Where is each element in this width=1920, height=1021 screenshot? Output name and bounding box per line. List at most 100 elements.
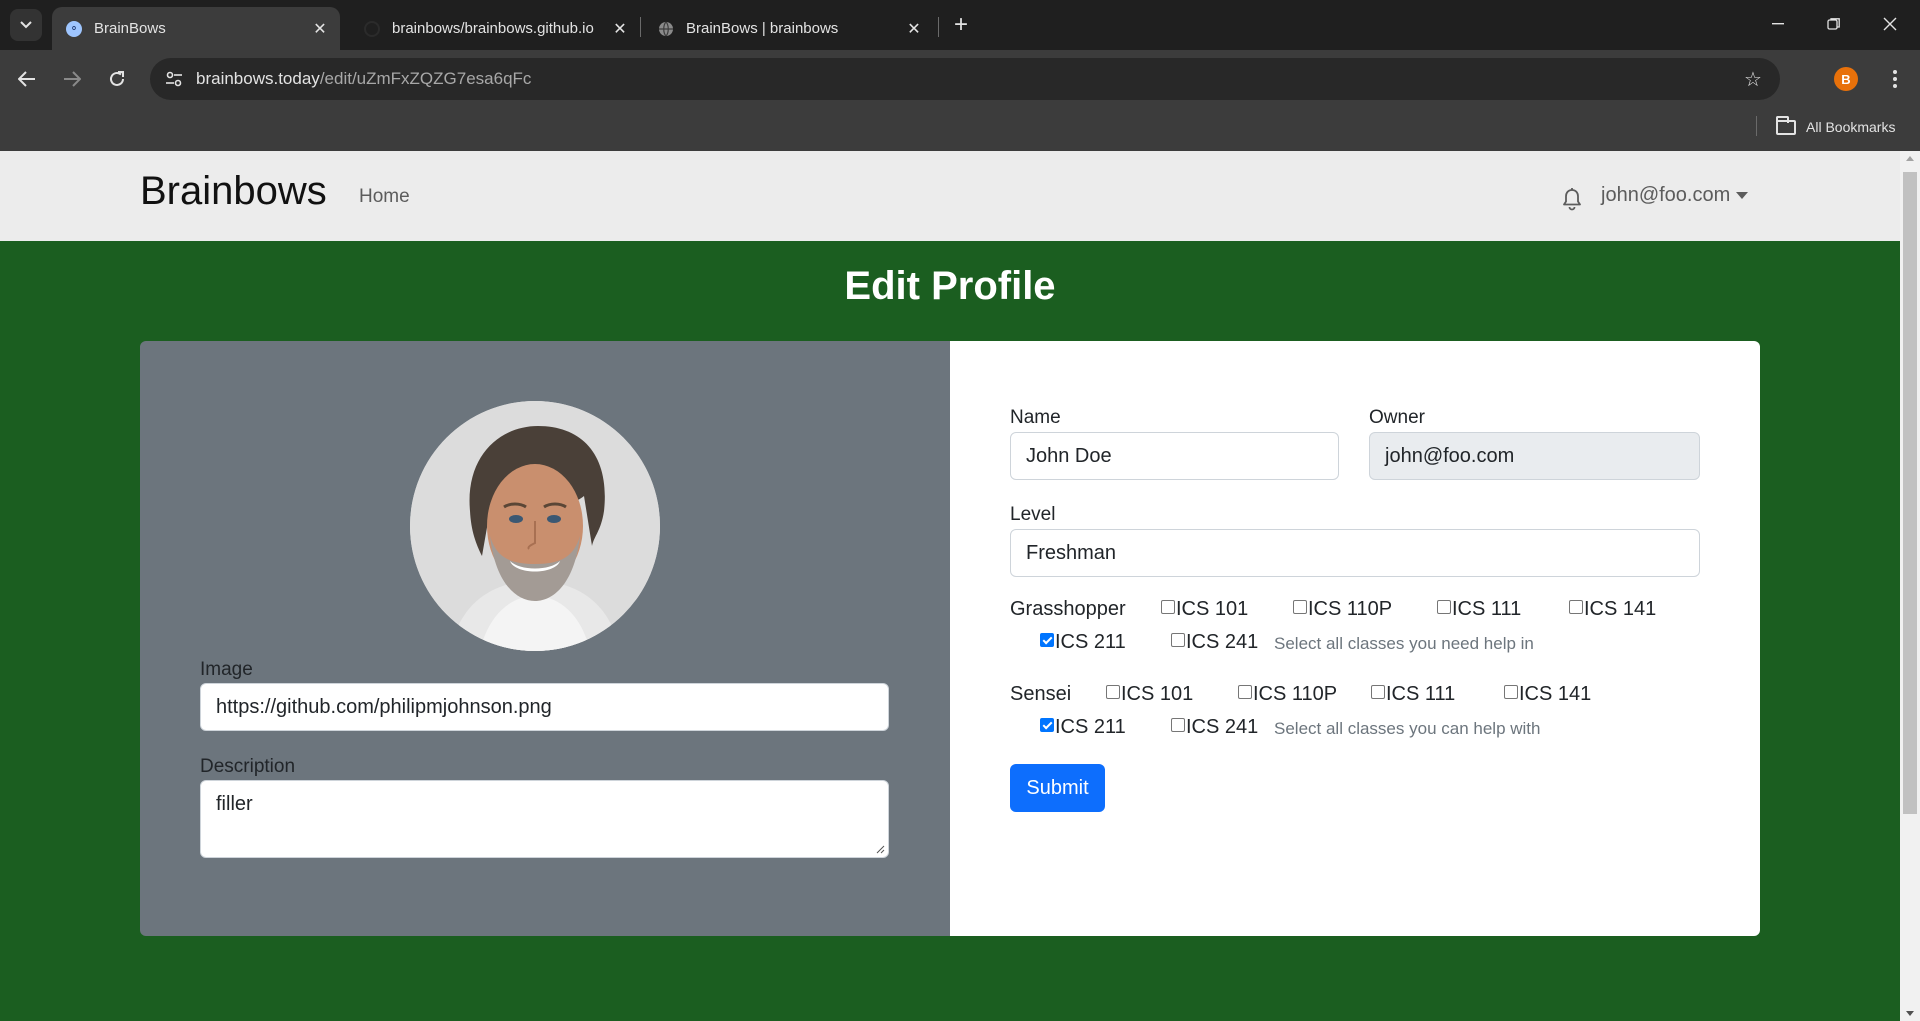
tab-title: brainbows/brainbows.github.io [392,20,594,37]
brand-logo-text[interactable]: Brainbows [140,169,327,214]
browser-toolbar: brainbows.today/edit/uZmFxZQZG7esa6qFc ☆… [0,50,1920,108]
checkbox-icon[interactable] [1238,684,1252,699]
name-label: Name [1010,407,1061,428]
option-label: ICS 111 [1386,683,1456,705]
option-label: ICS 141 [1519,683,1592,705]
level-input[interactable]: Freshman [1010,529,1700,577]
profile-avatar[interactable]: B [1834,67,1858,91]
owner-label: Owner [1369,407,1425,428]
submit-button[interactable]: Submit [1010,764,1105,812]
edit-profile-card: Image https://github.com/philipmjohnson.… [140,341,1760,936]
tab-separator [640,17,641,37]
page-scrollbar[interactable] [1900,151,1920,1021]
reload-icon[interactable] [100,62,134,96]
url-host: brainbows.today [196,69,320,88]
checkbox-icon[interactable] [1106,684,1120,699]
description-textarea[interactable]: filler [200,780,889,858]
option-label: ICS 241 [1186,631,1259,653]
globe-icon [658,21,674,37]
checkbox-checked-icon[interactable] [1040,632,1054,647]
option-label: ICS 211 [1055,631,1126,653]
sensei-group-label: Sensei [1010,683,1072,705]
close-window-icon[interactable] [1870,6,1910,42]
folder-icon [1776,115,1796,135]
url-text: brainbows.today/edit/uZmFxZQZG7esa6qFc [196,69,531,89]
option-label: ICS 101 [1121,683,1194,705]
name-input[interactable]: John Doe [1010,432,1339,480]
grasshopper-group-label: Grasshopper [1010,598,1126,620]
grasshopper-option-ics241[interactable]: ICS 241 [1171,631,1258,654]
option-label: ICS 111 [1452,598,1522,620]
grasshopper-help-text: Select all classes you need help in [1274,634,1534,653]
sensei-help-text: Select all classes you can help with [1274,719,1541,738]
scrollbar-thumb[interactable] [1903,172,1917,814]
close-tab-icon[interactable]: ✕ [904,19,924,39]
level-label: Level [1010,504,1056,525]
grasshopper-option-ics110p[interactable]: ICS 110P [1293,598,1392,621]
description-label: Description [200,756,296,777]
close-tab-icon[interactable]: ✕ [610,19,630,39]
description-text: filler [216,793,253,815]
resize-handle-icon[interactable] [875,844,885,854]
option-label: ICS 241 [1186,716,1259,738]
restore-window-icon[interactable] [1814,6,1854,42]
more-menu-icon[interactable] [1880,63,1910,95]
checkbox-icon[interactable] [1437,599,1451,614]
grasshopper-option-ics141[interactable]: ICS 141 [1569,598,1656,621]
user-email: john@foo.com [1601,184,1731,206]
option-label: ICS 110P [1308,598,1393,620]
scroll-down-arrow-icon[interactable] [1906,1011,1914,1016]
checkbox-icon[interactable] [1504,684,1518,699]
option-label: ICS 101 [1176,598,1249,620]
user-dropdown[interactable]: john@foo.com [1601,184,1749,207]
sensei-option-ics141[interactable]: ICS 141 [1504,683,1591,706]
close-tab-icon[interactable]: ✕ [310,19,330,39]
tab-title: BrainBows | brainbows [686,20,839,37]
tab-title: BrainBows [94,20,166,37]
grasshopper-option-ics111[interactable]: ICS 111 [1437,598,1521,621]
sensei-option-ics211[interactable]: ICS 211 [1040,716,1126,739]
new-tab-plus-icon[interactable]: + [946,10,976,40]
page-viewport: Brainbows Home john@foo.com Edit Profile [0,151,1900,1021]
grasshopper-option-ics211[interactable]: ICS 211 [1040,631,1126,654]
page-title: Edit Profile [844,264,1056,308]
address-bar[interactable]: brainbows.today/edit/uZmFxZQZG7esa6qFc ☆ [150,58,1780,100]
checkbox-icon[interactable] [1171,717,1185,732]
tab-github[interactable]: brainbows/brainbows.github.io ✕ [350,7,640,50]
sensei-option-ics110p[interactable]: ICS 110P [1238,683,1337,706]
scroll-up-arrow-icon[interactable] [1906,156,1914,161]
image-url-input[interactable]: https://github.com/philipmjohnson.png [200,683,889,731]
site-info-icon[interactable] [162,67,186,91]
bookmark-star-icon[interactable]: ☆ [1740,66,1766,92]
back-arrow-icon[interactable] [10,62,44,96]
profile-avatar-image [410,401,660,651]
checkbox-checked-icon[interactable] [1040,717,1054,732]
checkbox-icon[interactable] [1569,599,1583,614]
grasshopper-option-ics101[interactable]: ICS 101 [1161,598,1248,621]
site-navbar: Brainbows Home john@foo.com [0,151,1900,241]
bell-icon[interactable] [1561,187,1583,211]
all-bookmarks-button[interactable]: All Bookmarks [1776,114,1895,140]
option-label: ICS 110P [1253,683,1338,705]
image-label: Image [200,659,253,680]
owner-input: john@foo.com [1369,432,1700,480]
profile-form-panel: Name John Doe Owner john@foo.com Level F… [950,341,1760,936]
minimize-window-icon[interactable] [1758,6,1798,42]
caret-down-icon [1736,192,1749,199]
tab-brainbows[interactable]: ⚬ BrainBows ✕ [52,7,340,50]
profile-image-panel: Image https://github.com/philipmjohnson.… [140,341,950,936]
sensei-option-ics241[interactable]: ICS 241 [1171,716,1258,739]
checkbox-icon[interactable] [1171,632,1185,647]
checkbox-icon[interactable] [1161,599,1175,614]
tab-brainbows-docs[interactable]: BrainBows | brainbows ✕ [644,7,934,50]
profile-photo-icon [410,401,660,651]
all-bookmarks-label: All Bookmarks [1806,119,1896,135]
nav-link-home[interactable]: Home [359,186,410,208]
checkbox-icon[interactable] [1371,684,1385,699]
github-favicon-icon [364,20,380,37]
sensei-option-ics101[interactable]: ICS 101 [1106,683,1193,706]
sensei-option-ics111[interactable]: ICS 111 [1371,683,1455,706]
tab-search-button[interactable] [10,9,42,41]
forward-arrow-icon[interactable] [55,62,89,96]
checkbox-icon[interactable] [1293,599,1307,614]
